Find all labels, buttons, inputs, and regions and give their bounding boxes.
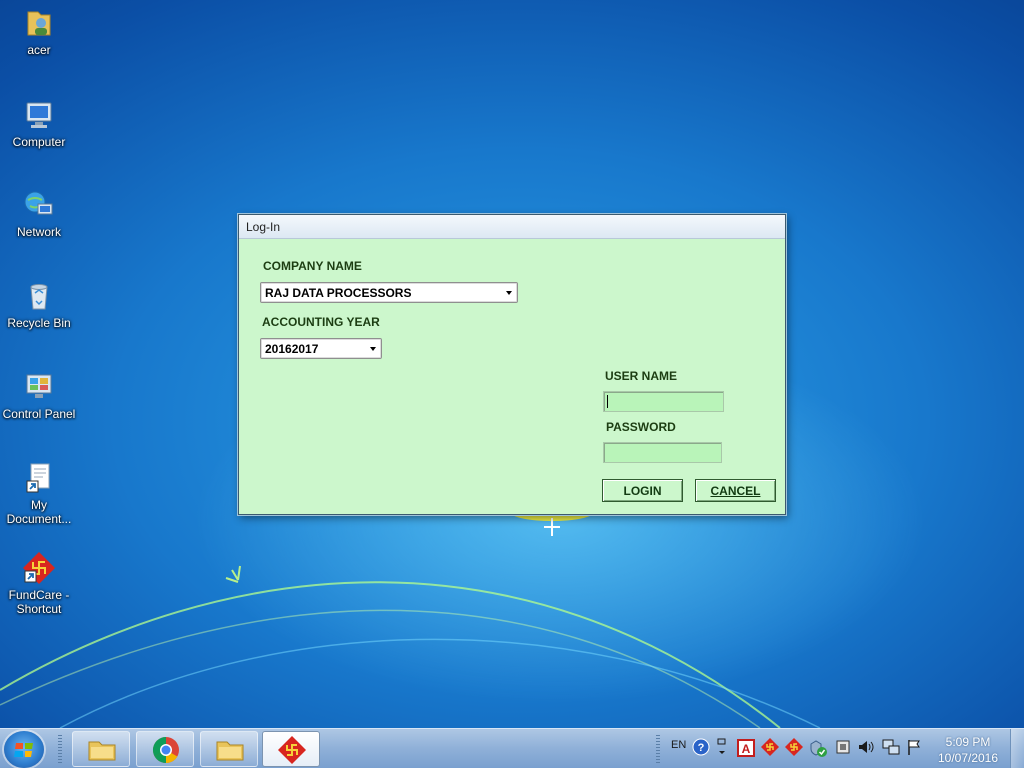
user-name-input[interactable] bbox=[603, 391, 724, 412]
language-indicator[interactable]: EN bbox=[671, 739, 686, 751]
device-tray-icon[interactable] bbox=[835, 739, 851, 755]
volume-icon[interactable] bbox=[857, 738, 875, 756]
app-a-tray-icon[interactable]: A bbox=[737, 739, 755, 757]
svg-text:?: ? bbox=[698, 742, 705, 754]
taskbar-chrome-button[interactable] bbox=[136, 731, 194, 767]
password-label: PASSWORD bbox=[606, 420, 676, 434]
desktop-icon-acer[interactable]: acer bbox=[0, 6, 78, 57]
documents-shortcut-icon bbox=[26, 463, 50, 493]
user-folder-icon bbox=[27, 11, 51, 36]
show-desktop-button[interactable] bbox=[1010, 729, 1024, 768]
dialog-title: Log-In bbox=[246, 220, 281, 234]
desktop-icon-control-panel[interactable]: Control Panel bbox=[0, 370, 78, 421]
login-dialog: Log-In COMPANY NAME RAJ DATA PROCESSORS … bbox=[238, 214, 786, 515]
folder-icon bbox=[88, 741, 116, 761]
windows-logo-icon bbox=[14, 743, 33, 757]
fundcare-swastika-icon bbox=[278, 736, 306, 764]
recycle-bin-icon bbox=[30, 284, 48, 310]
start-button[interactable] bbox=[4, 731, 44, 768]
login-button[interactable]: LOGIN bbox=[602, 479, 683, 502]
control-panel-icon bbox=[26, 374, 52, 398]
user-name-label: USER NAME bbox=[605, 369, 678, 383]
network-icon bbox=[24, 191, 53, 215]
tray-grip[interactable] bbox=[656, 735, 660, 763]
taskbar: EN ? A 5:09 PM 10/07/2016 bbox=[0, 728, 1024, 768]
clock-date: 10/07/2016 bbox=[937, 751, 999, 765]
cancel-button-label: CANCEL bbox=[710, 484, 761, 498]
desktop-icon-label: Recycle Bin bbox=[7, 316, 71, 330]
desktop-icon-fundcare[interactable]: FundCare - Shortcut bbox=[0, 551, 78, 616]
action-center-flag-icon[interactable] bbox=[906, 738, 922, 756]
text-caret bbox=[607, 395, 608, 408]
svg-text:A: A bbox=[742, 742, 751, 756]
desktop-icon-label: acer bbox=[27, 43, 51, 57]
accounting-year-select[interactable]: 20162017 bbox=[260, 338, 382, 359]
fundcare-tray-icon[interactable] bbox=[761, 738, 779, 756]
computer-icon bbox=[26, 102, 52, 128]
desktop-icon-label: Computer bbox=[12, 135, 66, 149]
clock-time: 5:09 PM bbox=[945, 735, 991, 749]
network-status-icon[interactable] bbox=[882, 738, 900, 756]
password-input[interactable] bbox=[603, 442, 722, 463]
fundcare-tray-icon[interactable] bbox=[785, 738, 803, 756]
desktop-icon-my-documents[interactable]: My Document... bbox=[0, 461, 78, 526]
login-button-label: LOGIN bbox=[623, 484, 662, 498]
taskbar-folder-button[interactable] bbox=[200, 731, 258, 767]
system-clock[interactable]: 5:09 PM 10/07/2016 bbox=[928, 734, 1008, 766]
company-name-label: COMPANY NAME bbox=[263, 259, 362, 273]
dialog-titlebar[interactable]: Log-In bbox=[239, 215, 785, 239]
help-icon[interactable]: ? bbox=[692, 738, 710, 756]
desktop-icon-label: FundCare - Shortcut bbox=[8, 588, 70, 616]
desktop-icon-computer[interactable]: Computer bbox=[0, 98, 78, 149]
fundcare-swastika-icon bbox=[23, 552, 55, 584]
language-bar-options-icon[interactable] bbox=[716, 737, 728, 759]
security-shield-icon[interactable] bbox=[808, 738, 828, 758]
company-name-select[interactable]: RAJ DATA PROCESSORS bbox=[260, 282, 518, 303]
chrome-icon bbox=[152, 736, 179, 764]
cancel-button[interactable]: CANCEL bbox=[695, 479, 776, 502]
desktop-icon-recycle-bin[interactable]: Recycle Bin bbox=[0, 279, 78, 330]
desktop-icon-label: Network bbox=[16, 225, 61, 239]
taskbar-grip[interactable] bbox=[58, 735, 62, 763]
folder-icon bbox=[216, 741, 244, 761]
desktop-icon-label: My Document... bbox=[6, 498, 72, 526]
chevron-down-icon[interactable] bbox=[506, 291, 512, 295]
taskbar-explorer-button[interactable] bbox=[72, 731, 130, 767]
company-name-value: RAJ DATA PROCESSORS bbox=[265, 286, 412, 300]
chevron-down-icon[interactable] bbox=[370, 347, 376, 351]
desktop-icon-network[interactable]: Network bbox=[0, 188, 78, 239]
taskbar-fundcare-button[interactable] bbox=[262, 731, 320, 767]
accounting-year-value: 20162017 bbox=[265, 342, 319, 356]
accounting-year-label: ACCOUNTING YEAR bbox=[262, 315, 380, 329]
desktop-icon-label: Control Panel bbox=[2, 407, 76, 421]
